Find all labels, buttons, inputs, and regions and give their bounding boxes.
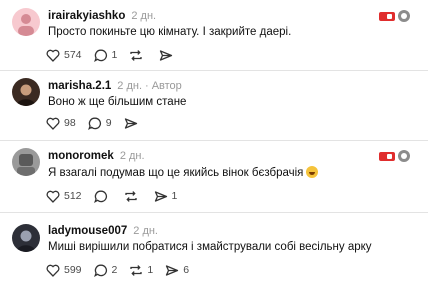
comment-header: irairakyiashko 2 дн.	[48, 8, 156, 24]
reply-button[interactable]	[93, 190, 112, 203]
like-button[interactable]: 599	[46, 264, 82, 277]
comment-header: monoromek 2 дн.	[48, 148, 145, 164]
comment-icon	[93, 264, 107, 277]
heart-icon	[46, 264, 60, 277]
like-count: 512	[64, 190, 82, 202]
heart-icon	[46, 117, 60, 130]
share-icon	[154, 190, 167, 202]
share-button[interactable]: 6	[165, 264, 189, 277]
comment-header: marisha.2.1 2 дн. · Автор	[48, 78, 182, 94]
like-count: 599	[64, 264, 82, 276]
reply-count: 9	[105, 117, 112, 129]
comment-4: ladymouse007 2 дн. Миші вирішили побрати…	[0, 212, 428, 282]
repost-icon	[124, 190, 137, 202]
comment-text: Я взагалі подумав що це якийсь вінок бєз…	[48, 166, 319, 179]
comment-actions: 98 9	[46, 115, 154, 131]
comment-text-content: Я взагалі подумав що це якийсь вінок бєз…	[48, 167, 304, 179]
comment-header: ladymouse007 2 дн.	[48, 223, 158, 239]
share-button[interactable]: 1	[154, 190, 178, 203]
repost-button[interactable]	[124, 190, 142, 203]
username[interactable]: irairakyiashko	[48, 10, 125, 22]
repost-button[interactable]	[129, 49, 147, 62]
share-icon	[166, 264, 179, 276]
avatar[interactable]	[12, 148, 40, 176]
comment-1: irairakyiashko 2 дн. Просто покиньте цю …	[0, 0, 428, 70]
heart-icon	[46, 190, 60, 203]
repost-count: 1	[147, 264, 154, 276]
share-icon	[124, 117, 137, 129]
like-count: 98	[64, 117, 76, 129]
time: 2 дн.	[117, 80, 143, 92]
timestamp: 2 дн.	[119, 150, 145, 162]
reply-count: 1	[111, 49, 118, 61]
like-button[interactable]: 98	[46, 117, 76, 130]
comment-text: Миші вирішили побратися і змайстрували с…	[48, 241, 372, 253]
comment-3: monoromek 2 дн. Я взагалі подумав що це …	[0, 140, 428, 210]
username[interactable]: monoromek	[48, 150, 114, 162]
repost-icon	[130, 49, 143, 61]
comment-text: Просто покиньте цю кімнату. І закрийте д…	[48, 26, 292, 38]
comment-controls	[379, 150, 410, 162]
comment-actions: 574 1	[46, 47, 189, 63]
more-icon[interactable]	[398, 150, 410, 162]
timestamp: 2 дн.	[131, 10, 157, 22]
reply-button[interactable]: 2	[93, 264, 118, 277]
like-button[interactable]: 574	[46, 49, 82, 62]
repost-button[interactable]: 1	[129, 264, 153, 277]
author-badge: Автор	[151, 80, 182, 92]
username[interactable]: ladymouse007	[48, 225, 127, 237]
heart-icon	[46, 49, 60, 62]
avatar[interactable]	[12, 78, 40, 106]
comment-2: marisha.2.1 2 дн. · Автор Воно ж ще більши…	[0, 70, 428, 140]
timestamp: 2 дн.	[133, 225, 158, 237]
reply-count: 2	[111, 264, 118, 276]
share-button[interactable]	[159, 49, 177, 62]
comment-actions: 512 1	[46, 188, 189, 204]
comment-actions: 599 2 1 6	[46, 262, 201, 278]
reply-button[interactable]: 9	[87, 117, 112, 130]
comment-icon	[93, 190, 107, 203]
avatar[interactable]	[12, 8, 40, 36]
flag-icon[interactable]	[379, 11, 395, 21]
like-count: 574	[64, 49, 82, 61]
repost-icon	[130, 264, 143, 276]
more-icon[interactable]	[398, 10, 410, 22]
share-count: 6	[183, 264, 190, 276]
comment-icon	[93, 49, 107, 62]
like-button[interactable]: 512	[46, 190, 82, 203]
avatar[interactable]	[12, 224, 40, 252]
share-button[interactable]	[124, 117, 142, 130]
meta-dot: ·	[145, 80, 149, 92]
flag-icon[interactable]	[379, 151, 395, 161]
reply-button[interactable]: 1	[93, 49, 118, 62]
share-count: 1	[171, 190, 178, 202]
username[interactable]: marisha.2.1	[48, 80, 111, 92]
comment-icon	[87, 117, 101, 130]
comment-controls	[379, 10, 410, 22]
laughing-emoji-icon	[306, 166, 319, 178]
timestamp: 2 дн. · Автор	[117, 80, 182, 92]
share-icon	[160, 49, 173, 61]
comment-text: Воно ж ще більшим стане	[48, 96, 187, 108]
